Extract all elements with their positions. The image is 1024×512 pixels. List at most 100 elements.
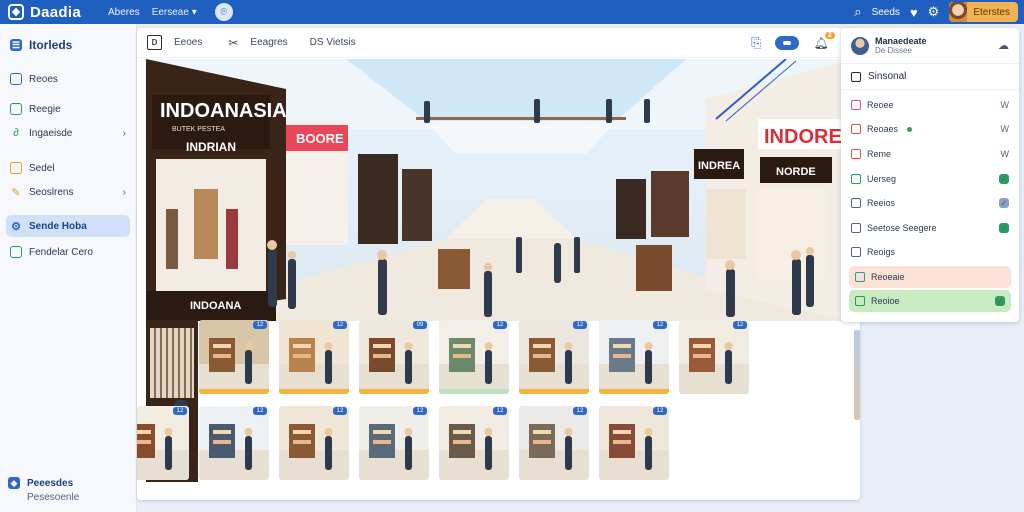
thumbnail-card[interactable]: 12 — [439, 320, 509, 394]
thumbnail-card[interactable]: 09 — [359, 320, 429, 394]
thumb-person-head — [564, 428, 573, 436]
sidebar-item-reoes[interactable]: Reoes — [6, 68, 130, 90]
panel-row[interactable]: Reoioe ✓ — [849, 290, 1011, 312]
thumbnail-badge: 12 — [413, 407, 427, 415]
hero-mall-image[interactable]: INDOANASIA BUTEK PESTEA INDRIAN INDOANA … — [146, 59, 852, 321]
thumbnail-scene — [679, 338, 749, 394]
panel-row[interactable]: Reoee W — [851, 96, 1009, 114]
sidebar-item-fendelar-cero[interactable]: Fendelar Cero — [6, 241, 130, 263]
thumb-person — [565, 350, 572, 384]
right-window — [756, 189, 826, 279]
thumb-person — [645, 350, 652, 384]
thumbnail-card[interactable]: 12 — [279, 406, 349, 480]
thumbnail-card[interactable]: 12 — [599, 320, 669, 394]
document-icon[interactable]: D — [147, 35, 162, 50]
panel-row[interactable]: Reoaes W — [851, 120, 1009, 138]
square-icon — [10, 73, 22, 85]
thumb-person — [565, 436, 572, 470]
thumb-goods — [213, 354, 231, 358]
display-stand — [438, 249, 470, 289]
thumbnail-card[interactable]: 12 — [439, 406, 509, 480]
grid-menu-icon[interactable]: ☰ — [10, 39, 22, 51]
thumbnail-card[interactable]: 12 — [679, 320, 749, 394]
tab-eeagres[interactable]: Eeagres — [250, 37, 287, 48]
middle-shop — [402, 169, 432, 241]
panel-row[interactable]: Reme W — [851, 145, 1009, 163]
thumb-goods — [693, 354, 711, 358]
panel-row[interactable]: Uerseg ✓ — [851, 170, 1009, 188]
thumb-goods — [453, 440, 471, 444]
sidebar-item-label: Sende Hoba — [29, 220, 87, 232]
top-nav-item[interactable]: Eerseae ▾ — [152, 7, 197, 18]
thumbnail-card[interactable]: 12 — [519, 406, 589, 480]
user-chip[interactable]: Eterstes — [949, 2, 1018, 22]
thumbnail-card[interactable]: 12 — [199, 406, 269, 480]
heart-icon[interactable]: ♥ — [910, 5, 918, 20]
thumbnail-badge: 12 — [733, 321, 747, 329]
top-right-link[interactable]: Seeds — [872, 7, 900, 18]
compass-icon[interactable]: ⌾ — [214, 3, 233, 21]
panel-row[interactable]: Seetose Seegere ✓ — [851, 219, 1009, 237]
sidebar-item-reegie[interactable]: Reegie — [6, 98, 130, 120]
thumbnail-scene — [439, 424, 509, 480]
thumbnail-card[interactable]: 12 — [519, 320, 589, 394]
gear-icon: ⚙ — [11, 220, 21, 233]
thumb-goods — [533, 354, 551, 358]
thumb-person — [165, 436, 172, 470]
thumbnail-card[interactable]: 12 — [137, 406, 189, 480]
toggle-switch[interactable] — [775, 35, 800, 50]
sidebar-item-sende-hoba[interactable]: ⚙ Sende Hoba — [6, 215, 130, 237]
sidebar-item-sedel[interactable]: Sedel — [6, 157, 130, 179]
thumb-goods — [213, 430, 231, 434]
tab-eeoes[interactable]: Eeoes — [174, 37, 202, 48]
thumb-goods — [293, 344, 311, 348]
panel-row[interactable]: Reoeaie — [849, 266, 1011, 288]
row-icon — [851, 223, 861, 233]
panel-row-label: Seetose Seegere — [867, 223, 937, 233]
thumbnail-scene — [359, 424, 429, 480]
panel-row[interactable]: Reoigs — [851, 243, 1009, 261]
chevron-right-icon: › — [122, 127, 126, 139]
tab-ds-vietsis[interactable]: DS Vietsis — [310, 37, 356, 48]
thumbnail-scene — [137, 424, 189, 480]
search-icon[interactable]: ⌕ — [854, 4, 861, 20]
thumb-person-head — [164, 428, 173, 436]
floor-far — [446, 199, 576, 239]
thumbnail-card[interactable]: 12 — [279, 320, 349, 394]
thumb-person-head — [244, 428, 253, 436]
sidebar-footer[interactable]: ◆ Peeesdes Pesesoenle — [8, 476, 79, 504]
panel-row-label: Reoaes — [867, 124, 899, 134]
sign-norde: NORDE — [776, 166, 816, 178]
sidebar-item-ingaeisde[interactable]: ∂ Ingaeisde › — [6, 122, 130, 144]
spacer-icon — [8, 491, 20, 503]
panel-row[interactable]: Reeios ✓ — [851, 194, 1009, 212]
thumb-goods — [533, 430, 551, 434]
sidebar-item-label: Reoes — [29, 73, 58, 85]
top-nav-item-label: Eerseae — [151, 6, 189, 18]
bell-icon[interactable]: 🔔︎ 2 — [813, 31, 835, 50]
row-badge-icon: ✓ — [999, 198, 1009, 208]
tools-icon[interactable]: ✂ — [228, 36, 238, 50]
panel-section-header[interactable]: Sinsonal — [841, 64, 1019, 90]
app-logo[interactable]: Daadia — [8, 4, 100, 21]
avatar[interactable] — [851, 36, 869, 55]
sidebar-item-seoslrens[interactable]: ✎ Seoslrens › — [6, 181, 130, 203]
toolbar-right: ⎘ 🔔︎2 ⌕ — [751, 31, 850, 51]
row-end-mark: W — [1000, 100, 1010, 110]
share-icon[interactable]: ⎘ — [751, 35, 761, 51]
thumbnail-status-bar — [199, 389, 269, 394]
main-card: D Eeoes ✂ Eeagres DS Vietsis ⎘ 🔔︎2 ⌕ IND… — [137, 28, 860, 500]
settings-icon[interactable]: ⚙ — [928, 4, 940, 20]
thumbnail-card[interactable]: 12 — [199, 320, 269, 394]
thumb-goods — [213, 440, 231, 444]
thumbnail-scene — [199, 424, 269, 480]
thumb-goods — [137, 440, 151, 444]
scrollbar-strip[interactable] — [854, 330, 860, 420]
thumbnail-card[interactable]: 12 — [359, 406, 429, 480]
shelf — [194, 189, 218, 259]
top-nav-item[interactable]: Aberes — [108, 7, 140, 18]
cloud-icon[interactable]: ☁ — [998, 39, 1009, 52]
sign-indrea: INDREA — [698, 160, 740, 172]
thumb-person — [485, 436, 492, 470]
thumbnail-card[interactable]: 12 — [599, 406, 669, 480]
